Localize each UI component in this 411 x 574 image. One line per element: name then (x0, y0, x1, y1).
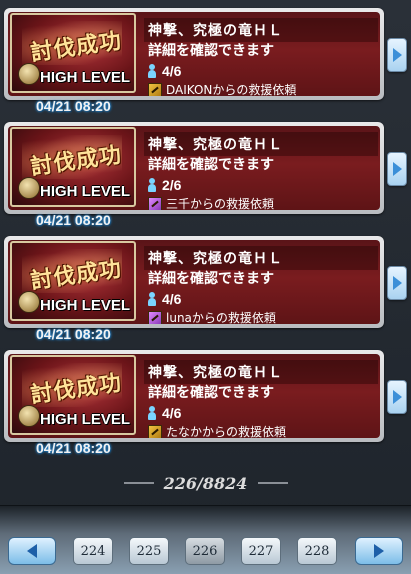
requester: DAIKONからの救援依頼 (148, 81, 296, 96)
element-badge-icon (18, 405, 40, 427)
requester: たなかからの救援依頼 (148, 423, 286, 438)
chevron-right-icon (374, 544, 384, 558)
gold-sword-icon (148, 82, 162, 96)
prev-page-button[interactable] (8, 537, 56, 565)
quest-date: 04/21 08:20 (36, 326, 111, 342)
requester-text: DAIKONからの救援依頼 (166, 83, 297, 96)
next-page-button[interactable] (355, 537, 403, 565)
quest-date: 04/21 08:20 (36, 440, 111, 456)
quest-card[interactable]: 神撃、究極の竜ＨＬ 詳細を確認できます 4/6 DAIKONからの救援依頼 討伐… (4, 8, 407, 116)
player-count: 4/6 (148, 63, 181, 79)
player-count-value: 4/6 (162, 63, 182, 79)
chevron-right-icon (392, 390, 402, 404)
quest-card[interactable]: 神撃、究極の竜ＨＬ 詳細を確認できます 4/6 たなかからの救援依頼 討伐成功 … (4, 350, 407, 458)
player-count: 4/6 (148, 405, 181, 421)
page-summary: 226/8824 (163, 474, 248, 493)
person-icon (148, 406, 156, 420)
person-icon (148, 178, 156, 192)
requester: lunaからの救援依頼 (148, 309, 276, 324)
chevron-left-icon (27, 544, 37, 558)
quest-detail: 詳細を確認できます (148, 271, 274, 287)
quest-title: 神撃、究極の竜ＨＬ (144, 360, 378, 384)
element-badge-icon (18, 63, 40, 85)
divider-right (258, 482, 288, 484)
quest-card[interactable]: 神撃、究極の竜ＨＬ 詳細を確認できます 2/6 三千からの救援依頼 討伐成功 H… (4, 122, 407, 230)
element-badge-icon (18, 177, 40, 199)
page-button[interactable]: 228 (297, 537, 337, 565)
requester-text: 三千からの救援依頼 (166, 197, 275, 210)
open-quest-button[interactable] (387, 380, 407, 414)
page-button[interactable]: 225 (129, 537, 169, 565)
chevron-right-icon (392, 162, 402, 176)
quest-thumbnail[interactable]: 討伐成功 HIGH LEVEL (10, 241, 136, 321)
player-count-value: 4/6 (162, 405, 182, 421)
quest-card[interactable]: 神撃、究極の竜ＨＬ 詳細を確認できます 4/6 lunaからの救援依頼 討伐成功… (4, 236, 407, 344)
pagination: 224 225 226 227 228 (0, 537, 411, 571)
page-button-current[interactable]: 226 (185, 537, 225, 565)
purple-sword-icon (148, 310, 162, 324)
quest-detail: 詳細を確認できます (148, 157, 274, 173)
player-count-value: 4/6 (162, 291, 182, 307)
person-icon (148, 292, 156, 306)
person-icon (148, 64, 156, 78)
quest-thumbnail[interactable]: 討伐成功 HIGH LEVEL (10, 13, 136, 93)
quest-date: 04/21 08:20 (36, 212, 111, 228)
chevron-right-icon (392, 276, 402, 290)
difficulty-label: HIGH LEVEL (40, 411, 131, 428)
requester: 三千からの救援依頼 (148, 195, 274, 210)
gold-sword-icon (148, 424, 162, 438)
chevron-right-icon (392, 48, 402, 62)
quest-thumbnail[interactable]: 討伐成功 HIGH LEVEL (10, 355, 136, 435)
quest-detail: 詳細を確認できます (148, 385, 274, 401)
open-quest-button[interactable] (387, 38, 407, 72)
player-count: 2/6 (148, 177, 181, 193)
element-badge-icon (18, 291, 40, 313)
difficulty-label: HIGH LEVEL (40, 183, 131, 200)
quest-title: 神撃、究極の竜ＨＬ (144, 132, 378, 156)
requester-text: lunaからの救援依頼 (166, 311, 276, 324)
quest-date: 04/21 08:20 (36, 98, 111, 114)
open-quest-button[interactable] (387, 266, 407, 300)
page-button[interactable]: 227 (241, 537, 281, 565)
requester-text: たなかからの救援依頼 (166, 425, 287, 438)
difficulty-label: HIGH LEVEL (40, 69, 131, 86)
open-quest-button[interactable] (387, 152, 407, 186)
quest-title: 神撃、究極の竜ＨＬ (144, 246, 378, 270)
quest-thumbnail[interactable]: 討伐成功 HIGH LEVEL (10, 127, 136, 207)
difficulty-label: HIGH LEVEL (40, 297, 131, 314)
page-button[interactable]: 224 (73, 537, 113, 565)
quest-detail: 詳細を確認できます (148, 43, 274, 59)
player-count: 4/6 (148, 291, 181, 307)
player-count-value: 2/6 (162, 177, 182, 193)
purple-sword-icon (148, 196, 162, 210)
quest-title: 神撃、究極の竜ＨＬ (144, 18, 378, 42)
